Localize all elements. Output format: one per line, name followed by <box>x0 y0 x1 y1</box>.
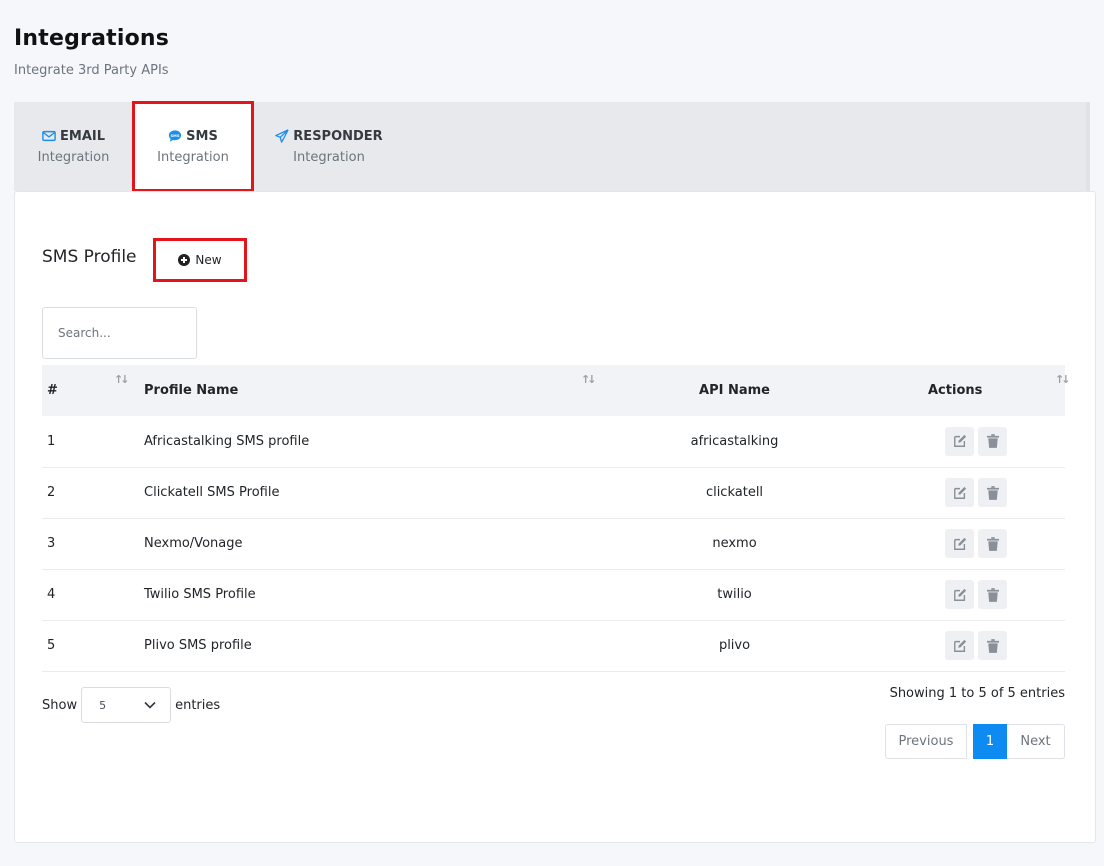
previous-page-button[interactable]: Previous <box>885 724 967 759</box>
trash-icon <box>986 434 999 449</box>
row-profile-name: Twilio SMS Profile <box>144 587 256 602</box>
row-number: 4 <box>47 587 56 602</box>
sms-profile-card: SMS Profile New # ↑↓ Profile Name ↑↓ API… <box>14 191 1096 843</box>
edit-icon <box>953 486 966 499</box>
edit-icon <box>953 639 966 652</box>
row-number: 3 <box>47 536 56 551</box>
tab-sms[interactable]: SMS SMS Integration <box>132 101 254 192</box>
row-actions <box>855 620 1065 671</box>
new-profile-button[interactable]: New <box>153 238 247 282</box>
col-actions[interactable]: Actions ↑↓ <box>855 365 1071 416</box>
edit-icon <box>953 588 966 601</box>
col-profile-name[interactable]: Profile Name ↑↓ <box>139 365 609 416</box>
svg-text:SMS: SMS <box>171 134 180 138</box>
table-row: 4 Twilio SMS Profile twilio <box>42 569 1065 620</box>
row-actions <box>855 569 1065 620</box>
sort-icon: ↑↓ <box>581 373 597 386</box>
row-profile-name: Clickatell SMS Profile <box>144 485 280 500</box>
row-api-name: clickatell <box>705 485 764 500</box>
row-api-name: nexmo <box>712 536 757 551</box>
integration-tabs: EMAIL Integration SMS SMS Integration RE… <box>14 101 1090 192</box>
edit-icon <box>953 435 966 448</box>
row-api-name: plivo <box>718 638 751 653</box>
envelope-icon <box>42 130 56 142</box>
row-actions <box>855 416 1065 467</box>
plus-circle-icon <box>178 254 191 266</box>
chevron-down-icon <box>144 701 156 709</box>
page-title: Integrations <box>14 26 170 51</box>
delete-button[interactable] <box>978 426 1007 456</box>
delete-button[interactable] <box>978 580 1007 609</box>
show-label: Show <box>42 697 78 713</box>
delete-button[interactable] <box>978 529 1007 558</box>
edit-button[interactable] <box>945 426 974 456</box>
page-1-button[interactable]: 1 <box>973 724 1007 759</box>
card-title: SMS Profile <box>42 247 137 267</box>
row-profile-name: Nexmo/Vonage <box>144 536 243 551</box>
search-input[interactable] <box>42 307 197 359</box>
entries-length-control: Show 5 entries <box>42 687 220 723</box>
profiles-table: # ↑↓ Profile Name ↑↓ API Name Actions ↑↓… <box>42 365 1071 672</box>
edit-button[interactable] <box>945 529 974 558</box>
tab-responder-sub: Integration <box>293 149 365 165</box>
row-number: 5 <box>47 638 56 653</box>
trash-icon <box>986 638 999 653</box>
sort-icon: ↑↓ <box>114 373 130 386</box>
paper-plane-icon <box>275 129 290 143</box>
row-number: 2 <box>47 485 56 500</box>
tab-email[interactable]: EMAIL Integration <box>14 102 133 191</box>
sms-bubble-icon: SMS <box>169 130 182 142</box>
sort-icon: ↑↓ <box>1055 373 1071 386</box>
page-subtitle: Integrate 3rd Party APIs <box>14 63 169 78</box>
row-actions <box>855 518 1065 569</box>
tab-email-label: EMAIL <box>60 128 105 144</box>
row-api-name: africastalking <box>690 433 779 449</box>
row-profile-name: Plivo SMS profile <box>144 638 252 653</box>
tab-sms-sub: Integration <box>157 149 229 165</box>
table-row: 3 Nexmo/Vonage nexmo <box>42 518 1065 569</box>
table-row: 1 Africastalking SMS profile africastalk… <box>42 416 1065 467</box>
new-button-label: New <box>195 253 222 267</box>
pagination: Previous 1 Next <box>885 724 1065 759</box>
edit-button[interactable] <box>945 631 974 660</box>
trash-icon <box>986 587 999 602</box>
col-number[interactable]: # ↑↓ <box>42 365 139 416</box>
delete-button[interactable] <box>978 478 1007 507</box>
col-api-name[interactable]: API Name <box>609 365 855 416</box>
entries-select[interactable]: 5 <box>81 687 172 723</box>
delete-button[interactable] <box>978 631 1007 660</box>
next-page-button[interactable]: Next <box>1007 724 1065 759</box>
row-actions <box>855 467 1065 518</box>
page-header: Integrations Integrate 3rd Party APIs <box>14 26 169 78</box>
table-info: Showing 1 to 5 of 5 entries <box>889 686 1065 701</box>
tab-responder[interactable]: RESPONDER Integration <box>264 102 394 191</box>
trash-icon <box>986 536 999 551</box>
row-number: 1 <box>47 433 56 449</box>
trash-icon <box>986 485 999 500</box>
edit-button[interactable] <box>945 478 974 507</box>
edit-icon <box>953 537 966 550</box>
edit-button[interactable] <box>945 580 974 609</box>
table-header-row: # ↑↓ Profile Name ↑↓ API Name Actions ↑↓ <box>42 365 1071 416</box>
entries-label: entries <box>175 697 221 713</box>
row-profile-name: Africastalking SMS profile <box>144 433 310 449</box>
entries-value: 5 <box>99 698 107 712</box>
table-row: 2 Clickatell SMS Profile clickatell <box>42 467 1065 518</box>
table-row: 5 Plivo SMS profile plivo <box>42 620 1065 671</box>
row-api-name: twilio <box>717 587 752 602</box>
tab-email-sub: Integration <box>37 149 110 165</box>
tab-responder-label: RESPONDER <box>293 128 383 144</box>
tab-sms-label: SMS <box>186 128 218 144</box>
